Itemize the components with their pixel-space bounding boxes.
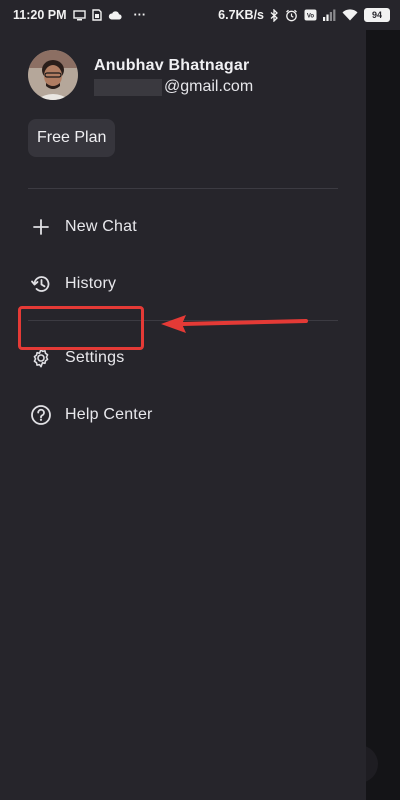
menu-item-history[interactable]: History — [28, 264, 328, 304]
email-redaction — [94, 78, 162, 96]
screen-cast-icon — [72, 9, 86, 21]
user-info: Anubhav Bhatnagar @gmail.com — [94, 50, 253, 96]
user-email-domain: @gmail.com — [164, 78, 254, 95]
svg-text:Vo: Vo — [307, 14, 315, 20]
question-circle-icon — [28, 402, 54, 428]
user-profile[interactable]: Anubhav Bhatnagar @gmail.com — [28, 50, 253, 100]
annotation-arrow-icon — [160, 314, 310, 339]
battery-indicator: 94 — [364, 8, 390, 22]
user-email: @gmail.com — [94, 78, 253, 96]
sim-card-icon — [91, 9, 102, 21]
plus-icon — [28, 214, 54, 240]
status-bar-right: 6.7KB/s Vo 94 — [218, 8, 390, 22]
volte-icon: Vo — [304, 9, 317, 21]
divider — [28, 188, 338, 189]
bluetooth-icon — [270, 8, 279, 22]
history-icon — [28, 271, 54, 297]
user-name: Anubhav Bhatnagar — [94, 57, 250, 74]
cloud-icon — [108, 10, 122, 20]
menu-item-label: Settings — [65, 349, 125, 366]
screen: 11:20 PM ··· 6.7KB/s Vo 94 Anubhav Bhatn… — [0, 0, 400, 800]
status-time: 11:20 PM — [13, 8, 67, 22]
plan-badge[interactable]: Free Plan — [28, 119, 116, 157]
menu-item-label: New Chat — [65, 218, 137, 235]
status-bar: 11:20 PM ··· 6.7KB/s Vo 94 — [0, 0, 400, 30]
network-speed: 6.7KB/s — [218, 8, 264, 22]
avatar[interactable] — [28, 50, 78, 100]
menu-item-new-chat[interactable]: New Chat — [28, 207, 328, 247]
menu-item-help-center[interactable]: Help Center — [28, 395, 328, 435]
navigation-drawer: Anubhav Bhatnagar @gmail.com Free Plan N… — [0, 30, 366, 800]
more-notifications: ··· — [133, 8, 147, 22]
menu-item-label: Help Center — [65, 406, 153, 423]
menu-item-label: History — [65, 275, 117, 292]
status-bar-left: 11:20 PM ··· — [13, 8, 146, 22]
background-content[interactable] — [366, 30, 400, 800]
signal-icon — [323, 9, 336, 21]
wifi-icon — [342, 9, 358, 21]
settings-highlight-box — [18, 306, 144, 350]
alarm-icon — [285, 9, 298, 22]
